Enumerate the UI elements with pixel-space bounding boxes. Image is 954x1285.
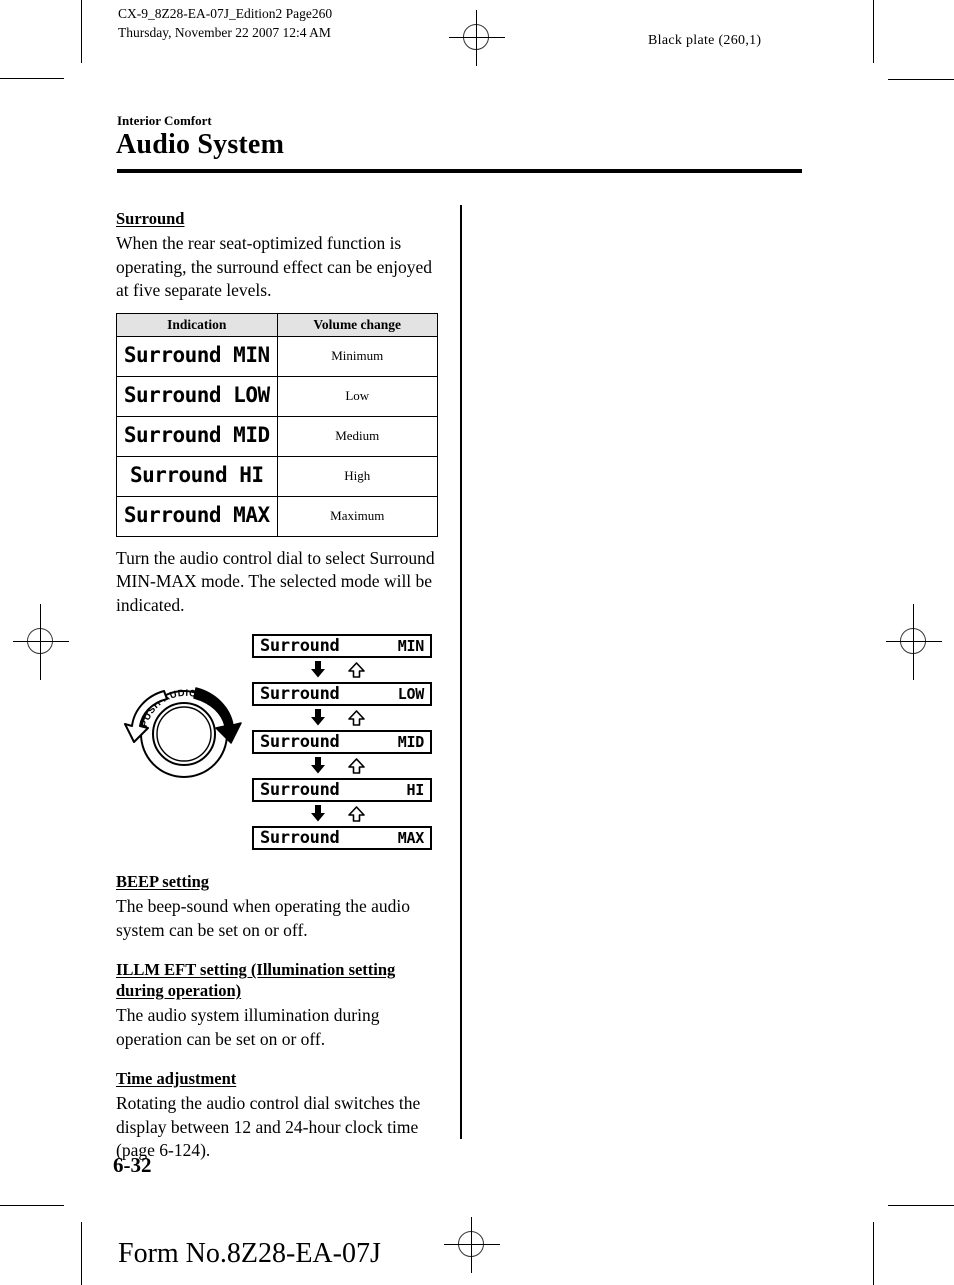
crop-mark-bottom-right-horizontal	[888, 1205, 954, 1206]
cell-indication: Surround MAX	[116, 495, 278, 537]
lcd-indication-text: Surround MIN	[123, 343, 270, 367]
flow-arrow-row	[252, 658, 432, 682]
arrow-up-icon	[348, 806, 365, 822]
lcd-display-step: Surround MID	[252, 730, 432, 754]
audio-control-dial-illustration: PUSH AUDIO CONT	[124, 672, 246, 789]
arrow-up-icon	[348, 710, 365, 726]
registration-mark-bottom-center	[444, 1217, 500, 1273]
registration-vertical-line	[476, 10, 477, 66]
running-head-job-info: CX-9_8Z28-EA-07J_Edition2 Page260 Thursd…	[118, 6, 333, 40]
lcd-display-step: Surround LOW	[252, 682, 432, 706]
form-number: Form No.8Z28-EA-07J	[118, 1238, 381, 1269]
heading-time-adjustment: Time adjustment	[116, 1069, 237, 1088]
figure-surround-dial-flow: PUSH AUDIO CONT Surround MIN	[116, 634, 444, 850]
registration-mark-right	[886, 604, 942, 680]
crop-mark-top-right-vertical	[873, 0, 874, 63]
registration-vertical-line	[913, 604, 914, 680]
content-column-left: Surround When the rear seat-optimized fu…	[116, 208, 444, 1163]
registration-horizontal-line	[886, 641, 942, 642]
registration-horizontal-line	[444, 1244, 500, 1245]
lcd-level: MIN	[397, 636, 425, 655]
table-header-row: Indication Volume change	[116, 312, 438, 337]
registration-vertical-line	[471, 1217, 472, 1273]
chapter-label: Interior Comfort	[117, 113, 212, 128]
flow-arrow-row	[252, 802, 432, 826]
crop-mark-bottom-right-vertical	[873, 1222, 874, 1285]
running-head-black-plate: Black plate (260,1)	[648, 33, 762, 48]
lcd-indication-text: Surround MID	[123, 423, 270, 447]
flow-arrow-row	[252, 706, 432, 730]
column-header-indication: Indication	[116, 312, 278, 337]
surround-indication-table: Indication Volume change Surround MIN Mi…	[116, 312, 438, 537]
surround-mode-flow: Surround MIN Surround LOW Surround MID S…	[252, 634, 432, 850]
heading-illm-eft-setting: ILLM EFT setting (Illumination setting d…	[116, 960, 396, 1000]
arrow-up-icon	[348, 758, 365, 774]
crop-mark-bottom-left-horizontal	[0, 1205, 64, 1206]
cell-volume-change: Minimum	[276, 335, 438, 377]
lcd-display-step: Surround MAX	[252, 826, 432, 850]
lcd-indication-text: Surround HI	[129, 463, 264, 487]
arrow-down-icon	[311, 805, 325, 822]
table-row: Surround MID Medium	[116, 415, 438, 457]
lcd-level: MID	[397, 732, 425, 751]
table-row: Surround HI High	[116, 455, 438, 497]
crop-mark-top-right-horizontal	[888, 79, 954, 80]
lcd-indication-text: Surround LOW	[123, 383, 270, 407]
heading-surround: Surround	[116, 209, 185, 228]
column-header-volume-change: Volume change	[276, 312, 438, 337]
lcd-level: MAX	[397, 828, 425, 847]
cell-indication: Surround HI	[116, 455, 278, 497]
dial-inner-ring	[156, 706, 212, 762]
registration-mark-top-center	[449, 10, 505, 66]
arrow-down-icon	[311, 757, 325, 774]
crop-mark-top-left-horizontal	[0, 78, 64, 79]
paragraph-surround-dial: Turn the audio control dial to select Su…	[116, 547, 435, 615]
lcd-indication-text: Surround MAX	[123, 503, 270, 527]
lcd-level: LOW	[397, 684, 425, 703]
heading-beep-setting: BEEP setting	[116, 872, 210, 891]
registration-horizontal-line	[449, 37, 505, 38]
crop-mark-bottom-left-vertical	[81, 1222, 82, 1285]
registration-vertical-line	[40, 604, 41, 680]
page-folio: 6-32	[113, 1153, 152, 1177]
cell-indication: Surround LOW	[116, 375, 278, 417]
table-row: Surround LOW Low	[116, 375, 438, 417]
table-row: Surround MAX Maximum	[116, 495, 438, 537]
dial-svg: PUSH AUDIO CONT	[124, 687, 242, 778]
lcd-word: Surround	[260, 683, 340, 704]
lcd-level: HI	[406, 780, 425, 799]
flow-arrow-row	[252, 754, 432, 778]
cell-volume-change: High	[276, 455, 438, 497]
lcd-word: Surround	[260, 731, 340, 752]
cell-indication: Surround MID	[116, 415, 278, 457]
paragraph-time-adjustment: Rotating the audio control dial switches…	[116, 1093, 421, 1160]
arrow-down-icon	[311, 661, 325, 678]
lcd-word: Surround	[260, 827, 340, 848]
registration-horizontal-line	[13, 641, 69, 642]
page-title: Audio System	[116, 129, 285, 160]
arrow-down-icon	[311, 709, 325, 726]
cell-volume-change: Low	[276, 375, 438, 417]
paragraph-beep-setting: The beep-sound when operating the audio …	[116, 896, 411, 940]
lcd-word: Surround	[260, 779, 340, 800]
paragraph-surround-intro: When the rear seat-optimized function is…	[116, 233, 433, 300]
lcd-word: Surround	[260, 635, 340, 656]
cell-indication: Surround MIN	[116, 335, 278, 377]
lcd-display-step: Surround MIN	[252, 634, 432, 658]
title-rule	[117, 169, 802, 173]
lcd-display-step: Surround HI	[252, 778, 432, 802]
column-divider	[460, 205, 462, 1139]
crop-mark-top-left-vertical	[81, 0, 82, 63]
table-row: Surround MIN Minimum	[116, 335, 438, 377]
paragraph-illm-eft-setting: The audio system illumination during ope…	[116, 1005, 380, 1049]
cell-volume-change: Maximum	[276, 495, 438, 537]
registration-mark-left	[13, 604, 69, 680]
arrow-up-icon	[348, 662, 365, 678]
cell-volume-change: Medium	[276, 415, 438, 457]
